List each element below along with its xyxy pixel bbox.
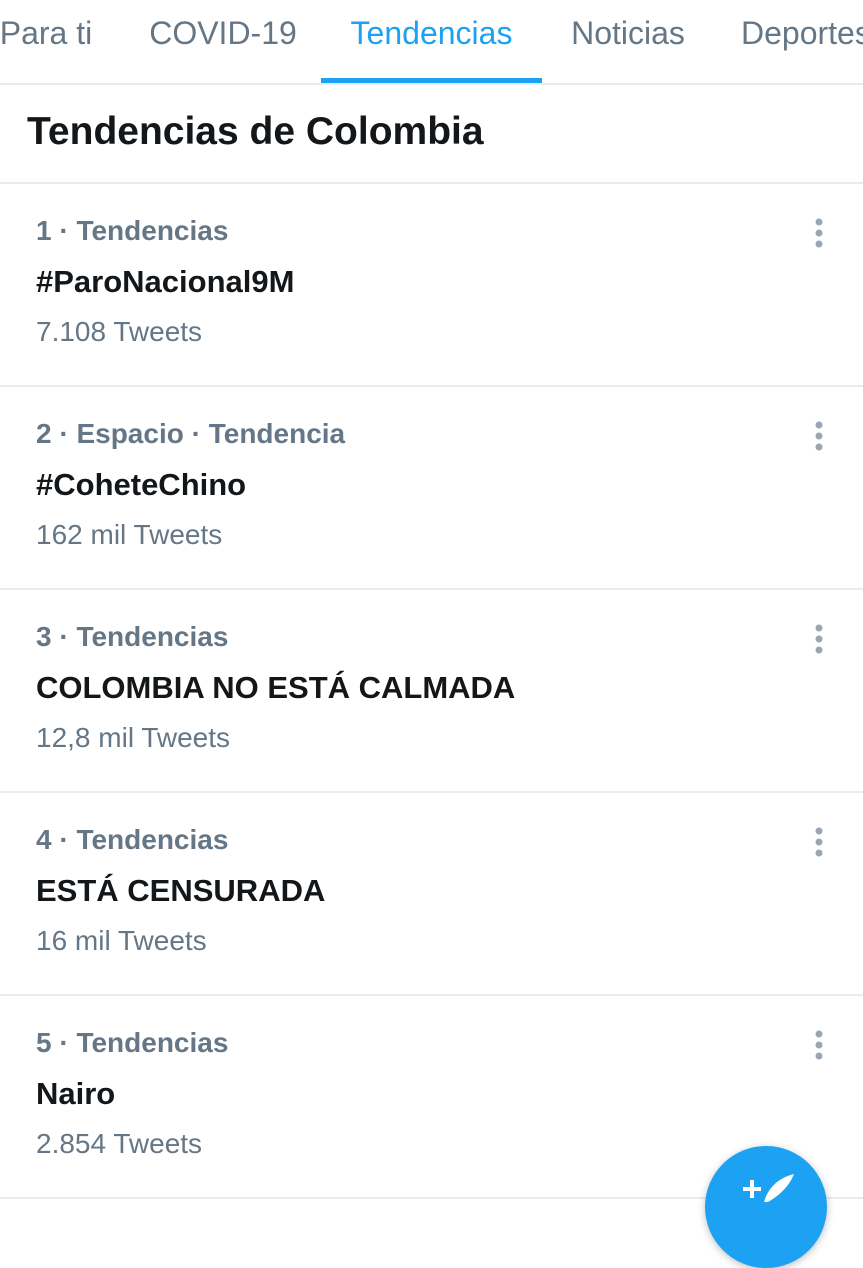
compose-tweet-button[interactable] (705, 1146, 827, 1268)
more-vertical-icon[interactable] (804, 1026, 834, 1066)
page-title: Tendencias de Colombia (27, 110, 484, 153)
tab-covid-19[interactable]: COVID-19 (140, 0, 306, 83)
more-vertical-icon[interactable] (804, 823, 834, 863)
trend-meta: 2 · Espacio · Tendencia (36, 418, 346, 449)
tab-noticias[interactable]: Noticias (556, 0, 700, 83)
active-tab-indicator (321, 78, 542, 83)
trend-item[interactable]: 3 · Tendencias COLOMBIA NO ESTÁ CALMADA … (0, 590, 863, 793)
trend-item[interactable]: 4 · Tendencias ESTÁ CENSURADA 16 mil Twe… (0, 793, 863, 996)
trend-name: #ParoNacional9M (36, 264, 295, 299)
trend-tweet-count: 12,8 mil Tweets (36, 722, 231, 753)
trend-tweet-count: 162 mil Tweets (36, 519, 223, 550)
tab-bar: Para ti COVID-19 Tendencias Noticias Dep… (0, 0, 863, 85)
tab-deportes[interactable]: Deportes (741, 0, 863, 83)
more-vertical-icon[interactable] (804, 417, 834, 457)
trend-tweet-count: 2.854 Tweets (36, 1128, 203, 1159)
more-vertical-icon[interactable] (804, 620, 834, 660)
trend-meta: 5 · Tendencias (36, 1027, 229, 1058)
trend-meta: 4 · Tendencias (36, 824, 229, 855)
trend-name: COLOMBIA NO ESTÁ CALMADA (36, 670, 516, 705)
trend-tweet-count: 16 mil Tweets (36, 925, 207, 956)
trend-name: ESTÁ CENSURADA (36, 873, 326, 908)
more-vertical-icon[interactable] (804, 214, 834, 254)
tab-para-ti[interactable]: Para ti (0, 0, 96, 83)
trend-item[interactable]: 1 · Tendencias #ParoNacional9M 7.108 Twe… (0, 184, 863, 387)
trend-meta: 3 · Tendencias (36, 621, 229, 652)
trend-name: Nairo (36, 1076, 116, 1111)
trend-name: #CoheteChino (36, 467, 247, 502)
trend-item[interactable]: 2 · Espacio · Tendencia #CoheteChino 162… (0, 387, 863, 590)
compose-tweet-icon (743, 1174, 794, 1202)
trend-meta: 1 · Tendencias (36, 215, 229, 246)
trend-tweet-count: 7.108 Tweets (36, 316, 203, 347)
tab-tendencias[interactable]: Tendencias (321, 0, 542, 83)
